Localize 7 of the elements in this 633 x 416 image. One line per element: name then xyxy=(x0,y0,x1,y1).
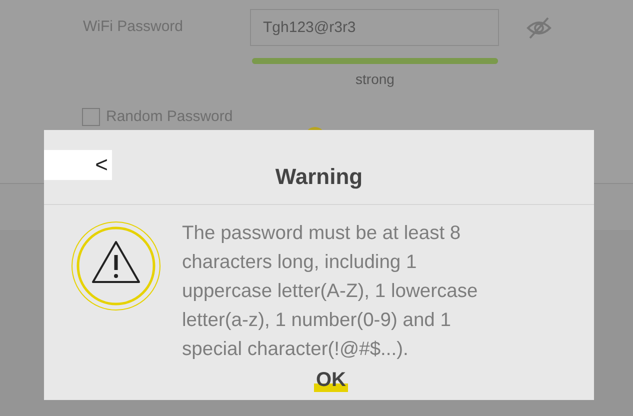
eye-slash-icon[interactable] xyxy=(526,16,552,38)
strength-label: strong xyxy=(356,71,394,87)
checkbox[interactable] xyxy=(82,108,100,126)
warning-icon xyxy=(71,221,161,311)
back-button[interactable]: < xyxy=(44,150,112,180)
dialog-title: Warning xyxy=(275,164,363,189)
warning-message: The password must be at least 8 characters long, including 1 uppercase letter(A-Z), 1 lowercase letter(a-z), 1 number(0-9) and 1 special character(!@#$...). xyxy=(182,222,479,362)
